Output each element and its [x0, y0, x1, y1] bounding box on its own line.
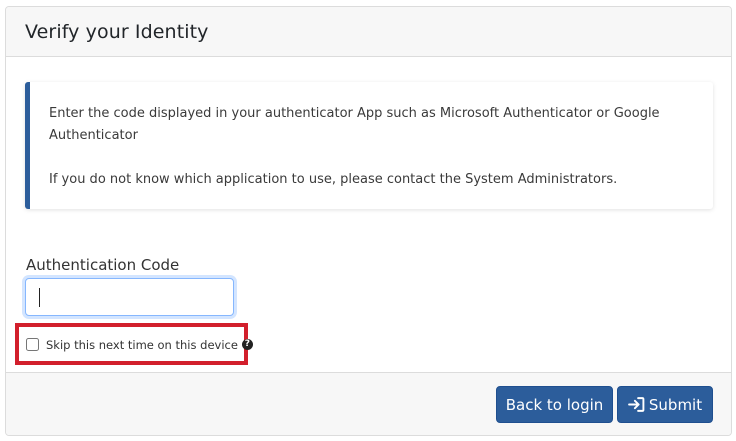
submit-button[interactable]: Submit	[617, 386, 713, 423]
skip-device-checkbox[interactable]	[26, 338, 39, 351]
back-to-login-button[interactable]: Back to login	[496, 386, 613, 423]
sign-in-icon	[627, 397, 645, 412]
back-to-login-label: Back to login	[505, 395, 604, 414]
skip-device-label[interactable]: Skip this next time on this device	[46, 338, 238, 352]
info-callout: Enter the code displayed in your authent…	[25, 82, 713, 209]
authentication-code-input[interactable]	[25, 278, 234, 316]
skip-device-row: Skip this next time on this device ?	[26, 337, 253, 352]
authentication-code-label: Authentication Code	[26, 256, 180, 274]
question-circle-icon[interactable]: ?	[241, 339, 253, 350]
info-text-authenticator: Enter the code displayed in your authent…	[49, 106, 660, 143]
verify-identity-card: Verify your Identity Enter the code disp…	[5, 6, 732, 436]
card-footer: Back to login Submit	[6, 372, 731, 435]
card-header: Verify your Identity	[6, 7, 731, 57]
info-text-contact-admin: If you do not know which application to …	[49, 172, 618, 187]
text-cursor	[39, 288, 40, 307]
page-title: Verify your Identity	[25, 21, 209, 43]
submit-label: Submit	[648, 395, 703, 414]
